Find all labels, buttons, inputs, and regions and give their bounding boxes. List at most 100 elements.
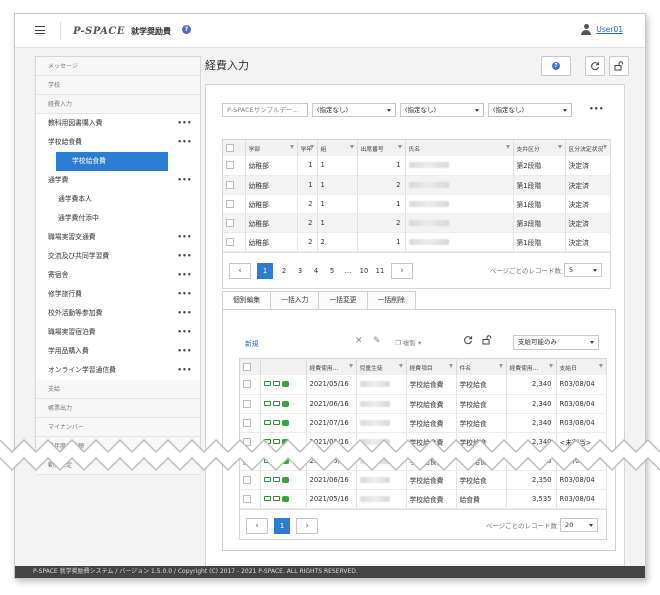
column-header[interactable]: 経費項目	[406, 359, 457, 375]
sidebar-section[interactable]: 学校	[36, 76, 200, 95]
checkbox[interactable]	[226, 199, 234, 208]
copy-row-icon[interactable]	[272, 381, 280, 387]
checkbox[interactable]	[243, 418, 251, 427]
table-row[interactable]: 幼稚部 2 1 1 第1段階 決定済	[223, 194, 611, 214]
checkbox[interactable]	[226, 180, 234, 189]
column-header[interactable]: 区分決定状況	[565, 140, 611, 156]
row-actions-cell[interactable]	[260, 375, 307, 395]
more-icon[interactable]: •••	[177, 342, 192, 361]
school-select[interactable]: P-SPACEサンプルデー...	[222, 103, 308, 117]
sidebar-item[interactable]: 教科用図書購入費 •••	[36, 114, 200, 133]
copy-row-icon[interactable]	[272, 400, 280, 406]
sidebar-item[interactable]: 修学旅行費 •••	[36, 285, 200, 304]
filter-select-3[interactable]: (指定なし)	[488, 103, 572, 117]
sidebar-item[interactable]: 職場実習宿泊費 •••	[36, 323, 200, 342]
column-header[interactable]: 経費使用...	[506, 359, 557, 375]
checkbox[interactable]	[243, 399, 251, 408]
select-all-checkbox-cell[interactable]	[240, 359, 261, 375]
column-header[interactable]: 出席番号	[357, 140, 406, 156]
sidebar-item[interactable]: 職場実習交通費 •••	[36, 228, 200, 247]
prev-page-button[interactable]: ‹	[229, 262, 251, 279]
table-row[interactable]: 2021/05/16 学校給食費 給食費 3,535 R03/08/04	[240, 489, 607, 509]
sidebar-section[interactable]: 経費入力	[36, 95, 200, 114]
sidebar-section[interactable]: 帳票出力	[36, 399, 200, 418]
sidebar-item[interactable]: 交流及び共同学習費 •••	[36, 247, 200, 266]
sidebar-item[interactable]: 学校給食費 •••	[36, 133, 200, 152]
edit-row-icon[interactable]	[263, 419, 271, 425]
row-actions-cell[interactable]	[260, 413, 307, 433]
filter-icon[interactable]	[498, 364, 503, 368]
edit-icon[interactable]: ✎	[373, 336, 381, 346]
checkbox[interactable]	[226, 218, 234, 227]
new-button[interactable]: 新規	[245, 338, 259, 348]
checkbox[interactable]	[226, 144, 234, 152]
filter-icon[interactable]	[602, 145, 607, 149]
copy-button[interactable]: ❐ 複製 ▾	[395, 337, 421, 347]
table-row[interactable]: 2021/05/16 学校給食費 学校給食 2,340 R03/08/04	[240, 375, 607, 395]
status-filter-select[interactable]: 支給可能のみ	[513, 335, 599, 350]
help-button[interactable]: ?	[541, 56, 571, 76]
page-button[interactable]: 5	[327, 267, 337, 275]
edit-row-icon[interactable]	[263, 476, 271, 482]
filter-icon[interactable]	[398, 364, 403, 368]
row-checkbox-cell[interactable]	[240, 489, 261, 509]
row-action-icons[interactable]	[263, 419, 289, 426]
column-header[interactable]: 児童生徒	[356, 359, 407, 375]
row-checkbox-cell[interactable]	[223, 213, 246, 233]
row-action-icons[interactable]	[263, 400, 289, 407]
per-page-select[interactable]: 5	[564, 262, 602, 277]
page-button[interactable]: 3	[295, 267, 305, 275]
unlock-button[interactable]	[609, 56, 629, 76]
filter-icon[interactable]	[349, 145, 354, 149]
checkbox[interactable]	[243, 494, 251, 503]
edit-row-icon[interactable]	[263, 495, 271, 501]
unlock-icon[interactable]	[482, 335, 492, 348]
filter-icon[interactable]	[557, 145, 562, 149]
sidebar-section[interactable]: メッセージ	[36, 57, 200, 76]
more-icon[interactable]: •••	[177, 114, 192, 133]
more-icon[interactable]: •••	[177, 266, 192, 285]
column-header[interactable]: 支給日	[556, 359, 607, 375]
column-header[interactable]: 組	[317, 140, 358, 156]
sidebar-item[interactable]: 学用品購入費 •••	[36, 342, 200, 361]
column-header[interactable]	[260, 359, 307, 375]
user-name-link[interactable]: User01	[596, 25, 623, 34]
table-row[interactable]: 幼稚部 2 2 1 第1段階 決定済	[223, 232, 611, 252]
filter-icon[interactable]	[548, 364, 553, 368]
filter-icon[interactable]	[397, 145, 402, 149]
delete-icon[interactable]: ✕	[355, 336, 363, 346]
sidebar-item[interactable]: 寄宿舎 •••	[36, 266, 200, 285]
select-all-checkbox-cell[interactable]	[223, 140, 246, 156]
column-header[interactable]: 氏名	[405, 140, 514, 156]
next-page-button[interactable]: ›	[296, 517, 318, 534]
filter-icon[interactable]	[448, 364, 453, 368]
checkbox[interactable]	[243, 380, 251, 389]
copy-row-icon[interactable]	[272, 476, 280, 482]
sidebar-item[interactable]: オンライン学習通信費 •••	[36, 361, 200, 380]
tab[interactable]: 一括変更	[318, 291, 368, 309]
more-icon[interactable]: •••	[177, 247, 192, 266]
page-button[interactable]: 10	[359, 267, 369, 275]
row-checkbox-cell[interactable]	[223, 232, 246, 252]
filter-icon[interactable]	[309, 145, 314, 149]
more-icon[interactable]: •••	[177, 228, 192, 247]
prev-page-button[interactable]: ‹	[246, 517, 268, 534]
checkbox[interactable]	[226, 237, 234, 246]
copy-row-icon[interactable]	[272, 419, 280, 425]
refresh-button[interactable]	[585, 56, 605, 76]
checkbox[interactable]	[226, 161, 234, 170]
user-menu[interactable]: User01	[581, 24, 623, 35]
column-header[interactable]: 学部	[245, 140, 298, 156]
sidebar-item[interactable]: 校外活動等参加費 •••	[36, 304, 200, 323]
sidebar-section[interactable]: マイナンバー	[36, 418, 200, 437]
table-row[interactable]: 幼稚部 1 1 1 第2段階 決定済	[223, 156, 611, 176]
copy-row-icon[interactable]	[272, 495, 280, 501]
sidebar-item[interactable]: 通学費 •••	[36, 171, 200, 190]
help-icon[interactable]: ?	[182, 25, 191, 34]
table-row[interactable]: 幼稚部 1 1 2 第1段階 決定済	[223, 175, 611, 195]
row-action-icons[interactable]	[263, 495, 289, 502]
edit-row-icon[interactable]	[263, 400, 271, 406]
menu-icon[interactable]	[35, 26, 45, 34]
table-row[interactable]: 2021/06/16 学校給食費 学校給食 2,340 R03/08/04	[240, 394, 607, 414]
more-icon[interactable]: •••	[177, 361, 192, 380]
